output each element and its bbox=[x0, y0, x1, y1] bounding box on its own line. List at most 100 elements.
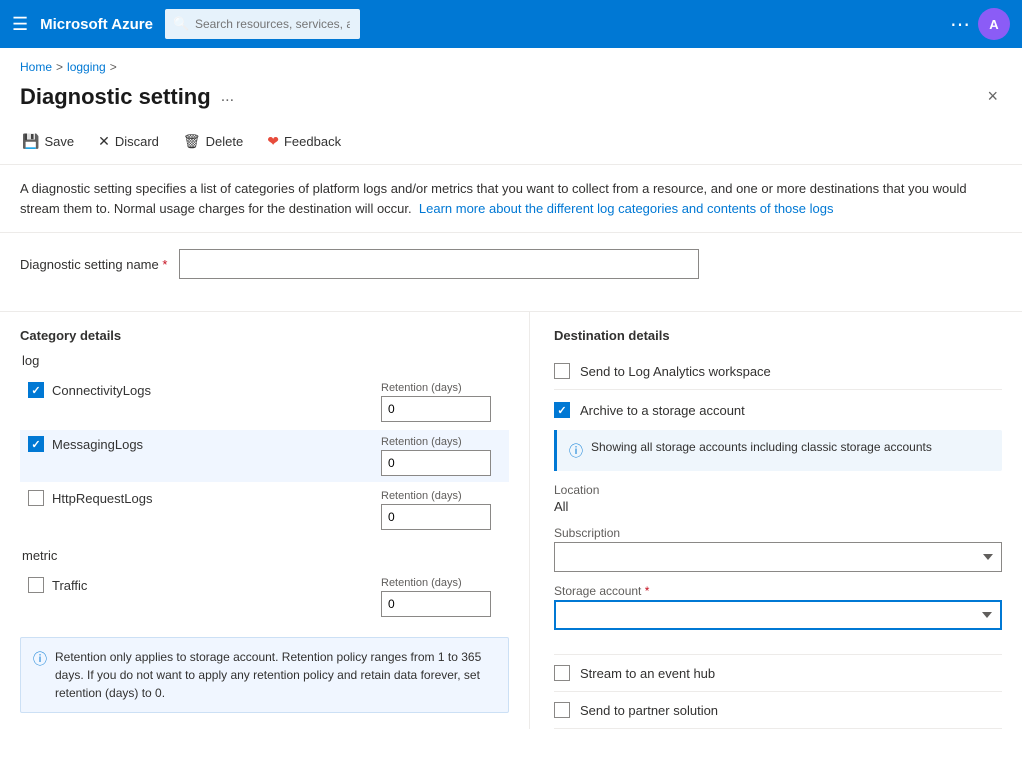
metric-category-group: metric Traffic Retention (days) bbox=[20, 548, 509, 623]
destination-details-panel: Destination details Send to Log Analytic… bbox=[530, 312, 1002, 729]
two-col-layout: Category details log ConnectivityLogs Re… bbox=[0, 312, 1022, 729]
retention-label-connectivity: Retention (days) bbox=[381, 382, 501, 394]
top-navigation: ☰ Microsoft Azure 🔍 ⋯ A bbox=[0, 0, 1022, 48]
dest-log-analytics: Send to Log Analytics workspace bbox=[554, 353, 1002, 390]
storage-account-select-wrapper bbox=[554, 600, 1002, 630]
toolbar: 💾 Save ✕ Discard 🗑 Delete ❤ Feedback bbox=[0, 123, 1022, 165]
page-title-group: Diagnostic setting ... bbox=[20, 84, 234, 110]
log-category-group: log ConnectivityLogs Retention (days) bbox=[20, 353, 509, 536]
log-item-right-traffic: Retention (days) bbox=[381, 577, 501, 617]
retention-label-traffic: Retention (days) bbox=[381, 577, 501, 589]
checkbox-http[interactable] bbox=[28, 490, 44, 506]
name-form-row: Diagnostic setting name * bbox=[20, 249, 1002, 279]
delete-label: Delete bbox=[206, 134, 244, 149]
info-icon: ⓘ bbox=[33, 649, 47, 702]
search-input[interactable] bbox=[165, 9, 360, 39]
discard-button[interactable]: ✕ Discard bbox=[96, 129, 161, 154]
ellipsis-button[interactable]: ... bbox=[221, 88, 234, 106]
page-title: Diagnostic setting bbox=[20, 84, 211, 110]
feedback-icon: ❤ bbox=[267, 133, 279, 150]
learn-more-link[interactable]: Learn more about the different log categ… bbox=[419, 201, 834, 216]
name-label: Diagnostic setting name * bbox=[20, 257, 167, 272]
storage-account-field-label: Storage account * bbox=[554, 584, 1002, 598]
storage-account-required: * bbox=[645, 584, 650, 598]
checkbox-log-analytics[interactable] bbox=[554, 363, 570, 379]
location-field: Location All bbox=[554, 483, 1002, 514]
dest-storage-account: Archive to a storage account ⓘ Showing a… bbox=[554, 390, 1002, 655]
azure-logo: Microsoft Azure bbox=[40, 16, 153, 33]
log-item-left-messaging: MessagingLogs bbox=[28, 436, 381, 452]
log-item-traffic: Traffic Retention (days) bbox=[20, 571, 509, 623]
partner-solution-label: Send to partner solution bbox=[580, 703, 718, 718]
http-logs-label: HttpRequestLogs bbox=[52, 491, 152, 506]
checkbox-partner-solution[interactable] bbox=[554, 702, 570, 718]
log-item-right-messaging: Retention (days) bbox=[381, 436, 501, 476]
checkbox-storage-account[interactable] bbox=[554, 402, 570, 418]
log-item-http: HttpRequestLogs Retention (days) bbox=[20, 484, 509, 536]
nav-more-icon[interactable]: ⋯ bbox=[950, 12, 970, 37]
event-hub-label: Stream to an event hub bbox=[580, 666, 715, 681]
save-icon: 💾 bbox=[22, 133, 39, 150]
log-group-label: log bbox=[20, 353, 509, 368]
main-container: Home > logging > Diagnostic setting ... … bbox=[0, 48, 1022, 762]
breadcrumb-sep1: > bbox=[56, 60, 63, 74]
log-item-left-traffic: Traffic bbox=[28, 577, 381, 593]
storage-info-text: Showing all storage accounts including c… bbox=[591, 440, 932, 461]
checkbox-traffic[interactable] bbox=[28, 577, 44, 593]
retention-label-messaging: Retention (days) bbox=[381, 436, 501, 448]
name-required-indicator: * bbox=[162, 257, 167, 272]
delete-button[interactable]: 🗑 Delete bbox=[181, 129, 245, 154]
log-item-connectivity: ConnectivityLogs Retention (days) bbox=[20, 376, 509, 428]
storage-info-icon: ⓘ bbox=[569, 441, 583, 461]
checkbox-event-hub[interactable] bbox=[554, 665, 570, 681]
retention-info-text: Retention only applies to storage accoun… bbox=[55, 648, 496, 702]
storage-account-field: Storage account * bbox=[554, 584, 1002, 630]
subscription-field: Subscription bbox=[554, 526, 1002, 572]
log-item-messaging: MessagingLogs Retention (days) bbox=[20, 430, 509, 482]
retention-input-connectivity[interactable] bbox=[381, 396, 491, 422]
form-area: Diagnostic setting name * bbox=[0, 233, 1022, 312]
breadcrumb-logging[interactable]: logging bbox=[67, 60, 106, 74]
log-item-right-connectivity: Retention (days) bbox=[381, 382, 501, 422]
metric-group-label: metric bbox=[20, 548, 509, 563]
log-item-left-http: HttpRequestLogs bbox=[28, 490, 381, 506]
diagnostic-setting-name-input[interactable] bbox=[179, 249, 699, 279]
nav-right: ⋯ A bbox=[950, 8, 1010, 40]
delete-icon: 🗑 bbox=[183, 133, 201, 150]
storage-account-label: Archive to a storage account bbox=[580, 403, 745, 418]
breadcrumb: Home > logging > bbox=[0, 48, 1022, 78]
subscription-select-wrapper bbox=[554, 542, 1002, 572]
subscription-select[interactable] bbox=[554, 542, 1002, 572]
checkbox-connectivity[interactable] bbox=[28, 382, 44, 398]
storage-account-select[interactable] bbox=[554, 600, 1002, 630]
destination-details-title: Destination details bbox=[554, 328, 1002, 343]
connectivity-logs-label: ConnectivityLogs bbox=[52, 383, 151, 398]
location-label: Location bbox=[554, 483, 1002, 497]
retention-input-messaging[interactable] bbox=[381, 450, 491, 476]
feedback-label: Feedback bbox=[284, 134, 341, 149]
dest-event-hub: Stream to an event hub bbox=[554, 655, 1002, 692]
retention-info-box: ⓘ Retention only applies to storage acco… bbox=[20, 637, 509, 713]
retention-input-http[interactable] bbox=[381, 504, 491, 530]
messaging-logs-label: MessagingLogs bbox=[52, 437, 143, 452]
log-item-right-http: Retention (days) bbox=[381, 490, 501, 530]
dest-storage-header: Archive to a storage account bbox=[554, 402, 1002, 418]
feedback-button[interactable]: ❤ Feedback bbox=[265, 129, 343, 154]
category-details-title: Category details bbox=[20, 328, 509, 343]
breadcrumb-sep2: > bbox=[110, 60, 117, 74]
breadcrumb-home[interactable]: Home bbox=[20, 60, 52, 74]
retention-input-traffic[interactable] bbox=[381, 591, 491, 617]
category-details-panel: Category details log ConnectivityLogs Re… bbox=[20, 312, 530, 729]
description: A diagnostic setting specifies a list of… bbox=[0, 165, 1022, 233]
save-button[interactable]: 💾 Save bbox=[20, 129, 76, 154]
page-header: Diagnostic setting ... × bbox=[0, 78, 1022, 123]
avatar[interactable]: A bbox=[978, 8, 1010, 40]
dest-partner-solution: Send to partner solution bbox=[554, 692, 1002, 729]
log-analytics-label: Send to Log Analytics workspace bbox=[580, 364, 771, 379]
discard-label: Discard bbox=[115, 134, 159, 149]
close-button[interactable]: × bbox=[983, 82, 1002, 111]
save-label: Save bbox=[44, 134, 74, 149]
checkbox-messaging[interactable] bbox=[28, 436, 44, 452]
log-item-left-connectivity: ConnectivityLogs bbox=[28, 382, 381, 398]
hamburger-menu[interactable]: ☰ bbox=[12, 14, 28, 35]
